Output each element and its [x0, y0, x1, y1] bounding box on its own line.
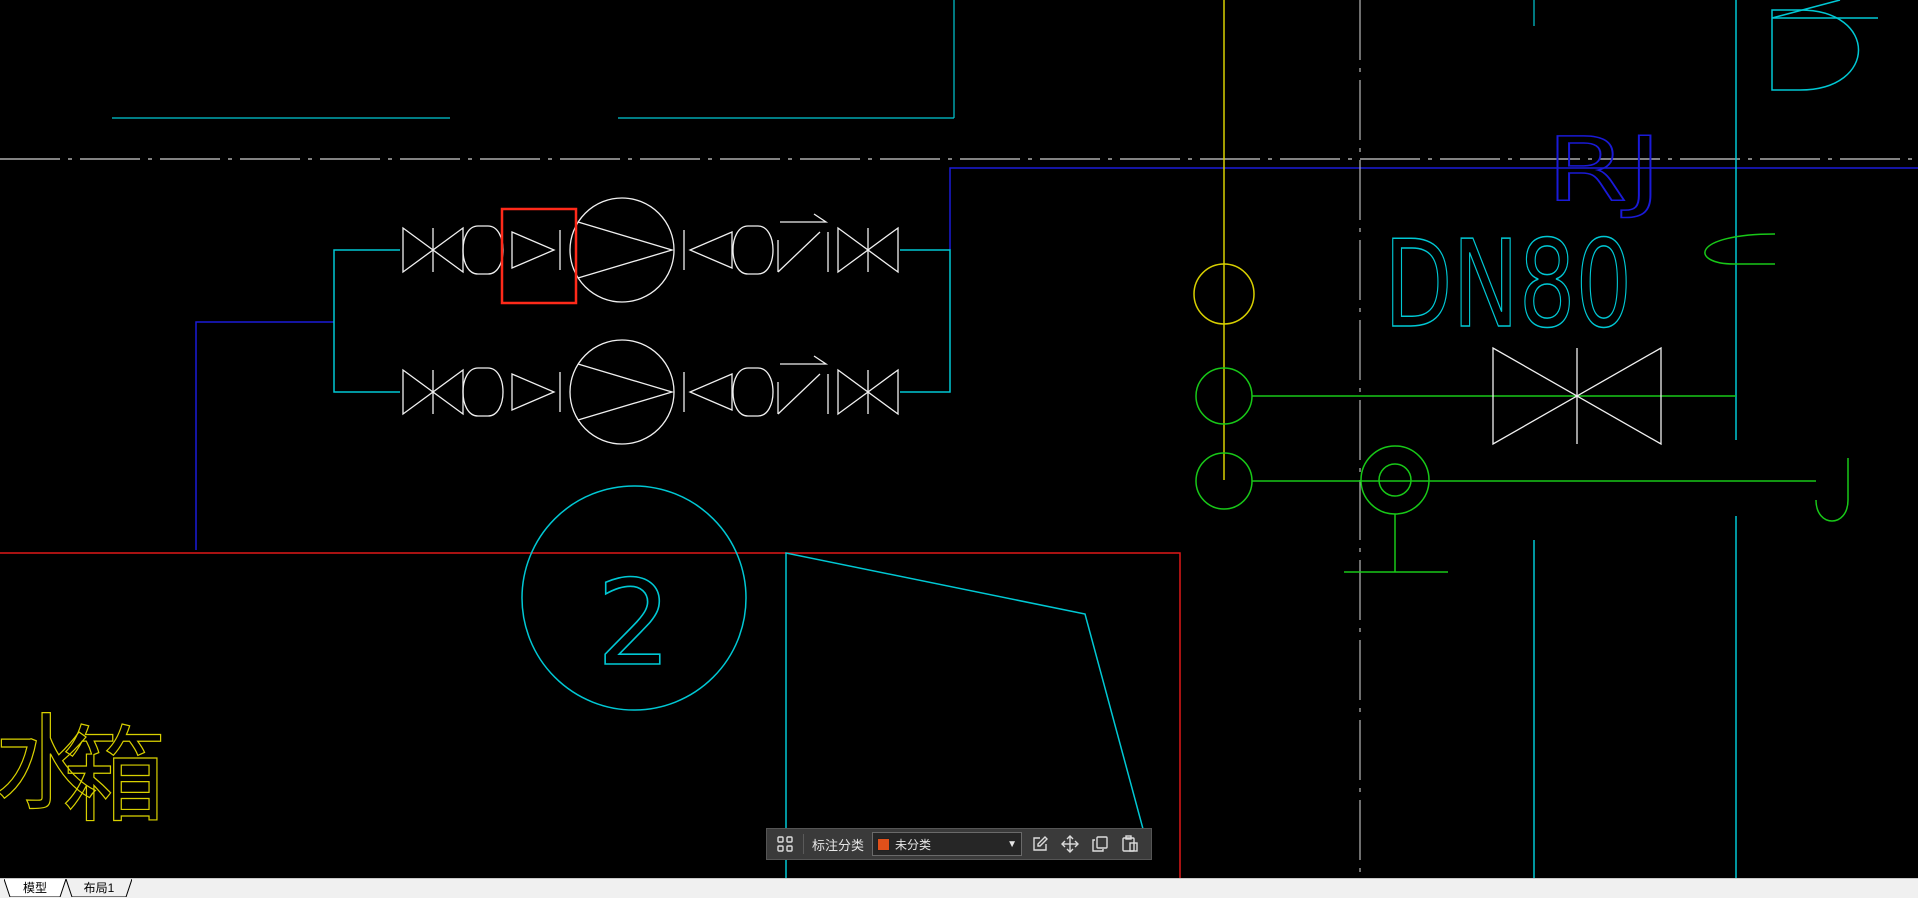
move-icon[interactable]: [1058, 832, 1082, 856]
pump-manifold-pipes: [333, 249, 951, 393]
copy-icon[interactable]: [1088, 832, 1112, 856]
pipe-code-text: RJ: [1546, 118, 1662, 221]
tab-layout1-label: 布局1: [83, 881, 115, 895]
category-label: 标注分类: [812, 837, 865, 853]
layout-tab-bar: 模型 布局1: [0, 878, 1918, 898]
cad-drawing-canvas[interactable]: 2 DN80 RJ 水 箱: [0, 0, 1918, 878]
partial-label-top-right: [1771, 0, 1878, 91]
edit-icon[interactable]: [1028, 832, 1052, 856]
pump-number-text: 2: [596, 554, 671, 692]
blue-pipeline: [195, 167, 1918, 550]
tank-label-char-2: 箱: [62, 715, 166, 837]
toolbar-separator: [803, 834, 804, 854]
category-dropdown[interactable]: 未分类 ▼: [872, 832, 1023, 856]
pump-row-2: [402, 339, 899, 445]
grid-icon[interactable]: [773, 832, 797, 856]
pipe-size-text: DN80: [1384, 216, 1632, 355]
pump-row-1: [402, 197, 899, 303]
tab-model[interactable]: 模型: [4, 879, 66, 897]
chevron-down-icon: ▼: [1007, 838, 1018, 850]
category-selected-value: 未分类: [895, 837, 932, 852]
tab-model-label: 模型: [22, 881, 47, 895]
annotation-toolbar: 标注分类 未分类 ▼: [766, 828, 1152, 860]
tab-layout1[interactable]: 布局1: [66, 879, 132, 897]
paste-icon[interactable]: [1118, 832, 1142, 856]
category-color-swatch: [877, 837, 891, 851]
top-left-cyan-outline: [112, 0, 955, 119]
